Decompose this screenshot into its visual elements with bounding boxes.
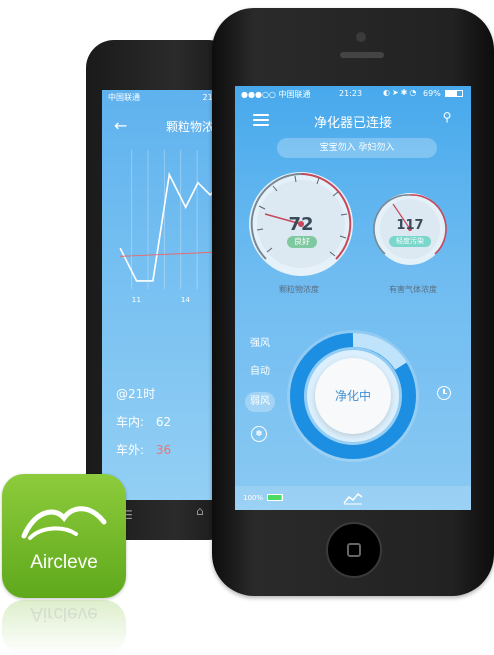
fan-icon[interactable]: ✽ — [251, 426, 267, 442]
status-time: 21:23 — [339, 89, 363, 98]
pm-value: 72 — [288, 214, 314, 235]
mode-auto[interactable]: 自动 — [245, 362, 275, 390]
battery-percent: 69% — [423, 89, 441, 98]
device-battery-icon — [267, 494, 283, 501]
home-button[interactable] — [326, 522, 382, 578]
timer-clock-icon[interactable] — [437, 386, 451, 400]
gas-gauge: 117 轻度污染 — [371, 190, 449, 268]
status-bar: ●●●○○ 中国联通 21:23 ◐➤✱◔ 69% — [235, 86, 471, 100]
carrier-label: ●●●○○ 中国联通 — [241, 90, 311, 99]
back-outside-label: 车外: — [116, 443, 145, 457]
bottom-bar: 100% — [235, 486, 471, 510]
back-outside-value: 36 — [155, 443, 172, 457]
back-arrow-icon[interactable]: ← — [114, 116, 127, 135]
back-x-tick: 11 — [132, 295, 141, 304]
pm-caption: 颗粒物浓度 — [279, 285, 319, 294]
app-name-reflection: Aircleve — [30, 603, 98, 624]
front-phone-screen: ●●●○○ 中国联通 21:23 ◐➤✱◔ 69% 净化器已连接 ⚲ 宝宝勿入 … — [235, 86, 471, 510]
back-carrier: 中国联通 — [108, 93, 140, 102]
location-pin-icon[interactable]: ⚲ — [439, 110, 455, 128]
back-readings: @21时 车内: 62 车外: 36 — [116, 380, 171, 464]
device-battery-percent: 100% — [243, 494, 264, 502]
back-time-label: @21时 — [116, 387, 156, 401]
speaker-grille — [340, 52, 384, 58]
back-inside-row: 车内: 62 — [116, 408, 171, 436]
back-title: 颗粒物浓 — [166, 120, 215, 134]
gas-quality-badge: 轻度污染 — [389, 236, 431, 247]
notice-banner: 宝宝勿入 孕妇勿入 — [277, 138, 437, 158]
battery-icon — [445, 90, 463, 97]
back-home-icon[interactable]: ⌂ — [196, 504, 204, 518]
app-name: Aircleve — [30, 552, 98, 573]
fan-mode-list: 强风 自动 弱风 — [245, 334, 275, 412]
pm-quality-badge: 良好 — [287, 236, 317, 248]
gas-value: 117 — [396, 218, 424, 233]
app-icon-reflection: Aircleve — [2, 600, 126, 655]
connection-title: 净化器已连接 — [313, 116, 392, 131]
back-inside-label: 车内: — [116, 415, 145, 429]
home-square-icon — [347, 543, 361, 557]
back-x-tick: 14 — [181, 295, 191, 304]
mode-strong[interactable]: 强风 — [245, 334, 275, 362]
back-outside-row: 车外: 36 — [116, 436, 171, 464]
status-icons: ◐➤✱◔ — [383, 88, 419, 97]
mode-weak[interactable]: 弱风 — [245, 392, 275, 412]
cloud-logo-icon — [21, 506, 107, 540]
line-chart-icon[interactable] — [343, 491, 363, 505]
app-header: 净化器已连接 ⚲ — [235, 104, 471, 136]
gas-caption: 有害气体浓度 — [389, 285, 437, 294]
front-camera — [356, 32, 366, 42]
purify-button[interactable]: 净化中 — [315, 358, 391, 434]
back-inside-value: 62 — [155, 415, 172, 429]
pm-gauge: 72 良好 — [245, 168, 357, 280]
app-icon[interactable]: Aircleve — [2, 474, 126, 598]
